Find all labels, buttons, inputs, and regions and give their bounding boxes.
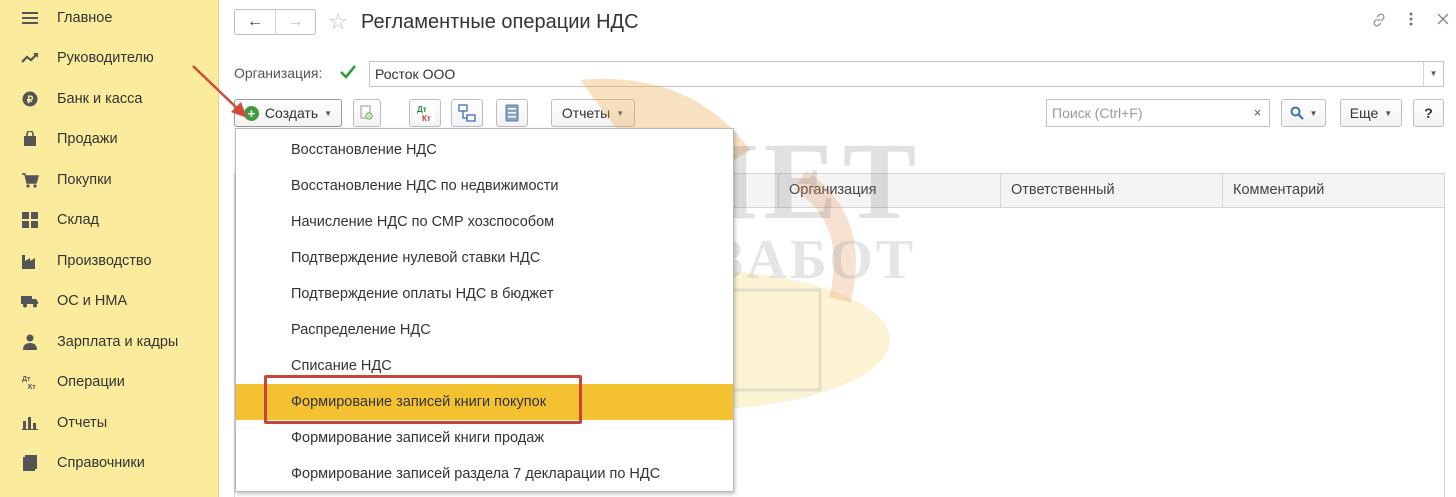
more-vertical-icon[interactable] [1402,12,1420,33]
forward-button[interactable]: → [275,10,315,34]
svg-text:Кт: Кт [28,384,36,390]
sidebar-item-label: Покупки [57,172,112,188]
menu-item[interactable]: Распределение НДС [236,312,733,348]
menu-item[interactable]: Формирование записей раздела 7 деклараци… [236,456,733,492]
sidebar-item-assets[interactable]: ОС и НМА [0,283,219,319]
sidebar-item-directories[interactable]: Справочники [0,445,219,481]
sidebar-item-label: ОС и НМА [57,293,128,309]
chevron-down-icon: ▼ [1309,108,1318,118]
search-button[interactable]: ▼ [1281,99,1326,127]
svg-text:Дт: Дт [22,376,31,383]
sidebar-item-sales[interactable]: Продажи [0,121,219,157]
create-menu: Восстановление НДС Восстановление НДС по… [235,128,734,492]
column-comment[interactable]: Комментарий [1222,174,1444,207]
sidebar-item-main[interactable]: Главное [0,0,219,36]
sidebar-item-salary[interactable]: Зарплата и кадры [0,324,219,360]
menu-item[interactable]: Подтверждение оплаты НДС в бюджет [236,276,733,312]
trend-up-icon [20,48,40,68]
close-icon[interactable] [1434,12,1452,33]
sidebar-item-warehouse[interactable]: Склад [0,202,219,238]
sidebar-item-operations[interactable]: Дт Кт Операции [0,364,219,400]
sidebar-item-label: Справочники [57,455,145,471]
sidebar-item-label: Продажи [57,131,118,147]
arrow-right-icon: → [287,13,304,30]
back-button[interactable]: ← [235,10,275,34]
menu-item[interactable]: Начисление НДС по СМР хозспособом [236,204,733,240]
sidebar-item-manager[interactable]: Руководителю [0,40,219,76]
sidebar-item-label: Руководителю [57,50,154,66]
hierarchy-icon [458,104,476,122]
structure-button[interactable] [451,99,483,127]
shopping-bag-icon [20,129,40,149]
sidebar-item-label: Производство [57,253,152,269]
sidebar: Главное Руководителю ₽ Банк и касса Прод… [0,0,219,497]
sidebar-item-label: Зарплата и кадры [57,334,179,350]
svg-text:Дт: Дт [417,105,427,114]
postings-button[interactable]: Дт Кт [409,99,441,127]
window-controls [1370,12,1452,33]
svg-text:₽: ₽ [27,95,34,106]
menu-item-selected[interactable]: Формирование записей книги покупок [236,384,733,420]
sidebar-item-label: Банк и касса [57,91,143,107]
sidebar-item-label: Операции [57,374,125,390]
sidebar-item-label: Отчеты [57,415,108,431]
person-icon [20,332,40,352]
chevron-down-icon: ▼ [616,108,625,118]
sidebar-item-purchases[interactable]: Покупки [0,162,219,198]
create-button[interactable]: + Создать ▼ [234,99,342,127]
sidebar-item-reports[interactable]: Отчеты [0,405,219,441]
menu-item[interactable]: Формирование записей книги продаж [236,420,733,456]
search-icon [1290,106,1304,120]
history-nav: ← → [234,9,316,35]
chevron-down-icon: ▼ [324,108,333,118]
truck-icon [20,291,40,311]
document-list-icon [505,104,519,122]
menu-item[interactable]: Подтверждение нулевой ставки НДС [236,240,733,276]
svg-text:Кт: Кт [422,114,431,122]
journal-button[interactable] [496,99,528,127]
copy-document-icon [360,105,373,120]
checkmark-icon [340,65,357,79]
copy-document-button[interactable] [353,99,381,127]
create-label: Создать [264,105,319,121]
sidebar-item-label: Склад [57,212,99,228]
help-button[interactable]: ? [1413,99,1444,127]
more-button[interactable]: Еще ▼ [1340,99,1402,127]
menu-item[interactable]: Восстановление НДС [236,132,733,168]
cart-icon [20,170,40,190]
arrow-left-icon: ← [247,13,263,30]
factory-icon [20,251,40,271]
book-icon [20,453,40,473]
coin-icon: ₽ [20,89,40,109]
organization-label: Организация: [234,65,323,81]
favorite-star-icon[interactable]: ☆ [328,9,348,35]
bar-chart-icon [20,413,40,433]
menu-lines-icon [20,8,40,28]
column-responsible[interactable]: Ответственный [1000,174,1222,207]
search-clear-button[interactable]: × [1246,99,1270,127]
chevron-down-icon[interactable]: ▼ [1423,62,1443,86]
more-label: Еще [1349,105,1379,121]
organization-checkbox[interactable] [339,63,357,81]
organization-field[interactable]: Росток ООО ▼ [369,61,1444,87]
search-input[interactable]: Поиск (Ctrl+F) [1046,99,1247,127]
page-title: Регламентные операции НДС [361,11,639,33]
dt-kt-icon: ДтКт [415,104,435,122]
plus-icon: + [243,105,259,121]
organization-value: Росток ООО [375,66,456,82]
sidebar-item-label: Главное [57,10,113,26]
sidebar-item-production[interactable]: Производство [0,243,219,279]
dt-kt-icon: ДтКт [20,372,40,392]
sidebar-item-bank[interactable]: ₽ Банк и касса [0,81,219,117]
warehouse-icon [20,210,40,230]
link-icon[interactable] [1370,12,1388,33]
menu-item[interactable]: Восстановление НДС по недвижимости [236,168,733,204]
chevron-down-icon: ▼ [1384,108,1393,118]
menu-item[interactable]: Списание НДС [236,348,733,384]
